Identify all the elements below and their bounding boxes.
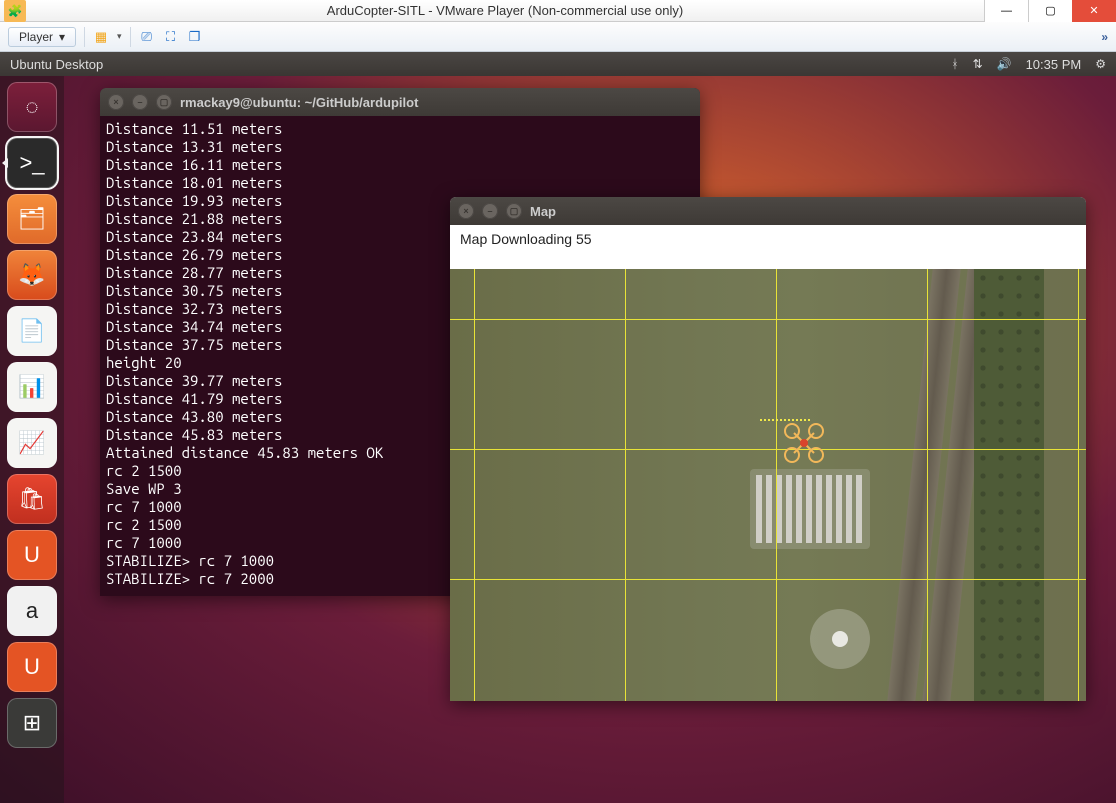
- map-gridline: [450, 579, 1086, 580]
- toolbar-separator: [84, 27, 85, 47]
- windows-minimize-button[interactable]: —: [984, 0, 1028, 22]
- terminal-minimize-button[interactable]: ­–: [132, 94, 148, 110]
- map-window[interactable]: × – ▢ Map Map Downloading 55: [450, 197, 1086, 701]
- map-close-button[interactable]: ×: [458, 203, 474, 219]
- clock[interactable]: 10:35 PM: [1026, 57, 1082, 72]
- map-gridline: [927, 269, 928, 701]
- software-center-icon[interactable]: 🛍: [7, 474, 57, 524]
- network-icon[interactable]: ⇅: [973, 57, 983, 71]
- map-gridline: [776, 269, 777, 701]
- dropdown-arrow-icon: ▾: [59, 30, 65, 44]
- windows-title: ArduCopter-SITL - VMware Player (Non-com…: [26, 3, 984, 18]
- ubuntu-desktop-title[interactable]: Ubuntu Desktop: [10, 57, 103, 72]
- ubuntu-desktop[interactable]: Ubuntu Desktop ᚼ ⇅ 🔊 10:35 PM ⚙ ◌ >_ 🗂 🦊…: [0, 52, 1116, 803]
- map-building-cluster: [750, 469, 870, 549]
- map-gridline: [450, 449, 1086, 450]
- fullscreen-icon[interactable]: ⛶: [163, 29, 179, 45]
- vmware-player-label: Player: [19, 30, 53, 44]
- files-launcher-icon[interactable]: 🗂: [7, 194, 57, 244]
- dash-home-icon[interactable]: ◌: [7, 82, 57, 132]
- amazon-icon[interactable]: a: [7, 586, 57, 636]
- vmware-app-icon: 🧩: [4, 0, 26, 22]
- ubuntu-launcher: ◌ >_ 🗂 🦊 📄 📊 📈 🛍 U a U ⊞: [0, 76, 64, 803]
- volume-icon[interactable]: 🔊: [997, 57, 1012, 71]
- unity-mode-icon[interactable]: ❐: [187, 29, 203, 45]
- dropdown-arrow-icon[interactable]: ▾: [117, 31, 122, 42]
- firefox-launcher-icon[interactable]: 🦊: [7, 250, 57, 300]
- vmware-toolbar: Player ▾ ▦ ▾ ⎚ ⛶ ❐ »: [0, 22, 1116, 52]
- map-gridline: [474, 269, 475, 701]
- ubuntu-one-icon[interactable]: U: [7, 530, 57, 580]
- map-view[interactable]: [450, 269, 1086, 701]
- vmware-player-menu-button[interactable]: Player ▾: [8, 27, 76, 47]
- map-gridline: [450, 319, 1086, 320]
- map-gridline: [625, 269, 626, 701]
- settings-gear-icon[interactable]: ⚙: [1095, 57, 1106, 71]
- map-minimize-button[interactable]: –: [482, 203, 498, 219]
- network-adapter-icon[interactable]: ⎚: [139, 29, 155, 45]
- thumbnail-view-icon[interactable]: ▦: [93, 29, 109, 45]
- windows-maximize-button[interactable]: ▢: [1028, 0, 1072, 22]
- map-helipad: [810, 609, 870, 669]
- ubuntu-icon[interactable]: U: [7, 642, 57, 692]
- libreoffice-impress-icon[interactable]: 📈: [7, 418, 57, 468]
- map-maximize-button[interactable]: ▢: [506, 203, 522, 219]
- terminal-titlebar[interactable]: × ­– ▢ rmackay9@ubuntu: ~/GitHub/ardupil…: [100, 88, 700, 116]
- bluetooth-icon[interactable]: ᚼ: [951, 57, 958, 71]
- terminal-launcher-icon[interactable]: >_: [7, 138, 57, 188]
- ubuntu-menubar: Ubuntu Desktop ᚼ ⇅ 🔊 10:35 PM ⚙: [0, 52, 1116, 76]
- libreoffice-writer-icon[interactable]: 📄: [7, 306, 57, 356]
- toolbar-overflow-button[interactable]: »: [1101, 30, 1108, 44]
- map-titlebar[interactable]: × – ▢ Map: [450, 197, 1086, 225]
- map-trees: [974, 269, 1044, 701]
- terminal-maximize-button[interactable]: ▢: [156, 94, 172, 110]
- map-gridline: [1078, 269, 1079, 701]
- map-status-text: Map Downloading 55: [450, 225, 1086, 269]
- toolbar-separator: [130, 27, 131, 47]
- terminal-title: rmackay9@ubuntu: ~/GitHub/ardupilot: [180, 95, 418, 110]
- workspace-switcher-icon[interactable]: ⊞: [7, 698, 57, 748]
- windows-controls: — ▢ ✕: [984, 0, 1116, 22]
- copter-marker-icon[interactable]: [780, 419, 828, 467]
- windows-titlebar: 🧩 ArduCopter-SITL - VMware Player (Non-c…: [0, 0, 1116, 22]
- windows-close-button[interactable]: ✕: [1072, 0, 1116, 22]
- map-title: Map: [530, 204, 556, 219]
- terminal-close-button[interactable]: ×: [108, 94, 124, 110]
- running-indicator-icon: [2, 158, 8, 168]
- libreoffice-calc-icon[interactable]: 📊: [7, 362, 57, 412]
